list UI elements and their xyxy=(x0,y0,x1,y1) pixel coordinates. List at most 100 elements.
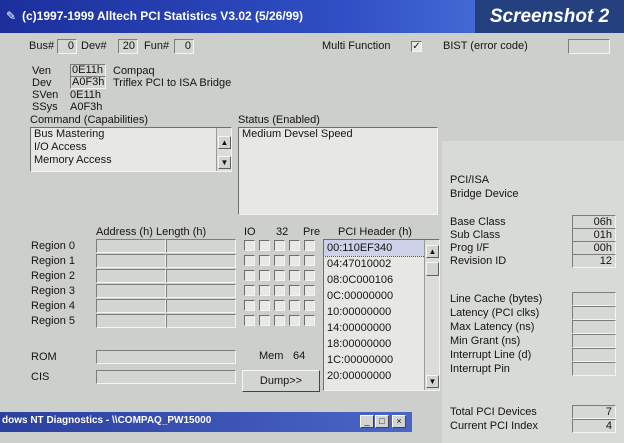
scroll-down-icon[interactable]: ▼ xyxy=(426,375,439,388)
command-item[interactable]: Memory Access xyxy=(31,154,231,167)
region-address-field[interactable] xyxy=(96,269,166,283)
current-index-label: Current PCI Index xyxy=(450,420,539,432)
region-length-field[interactable] xyxy=(166,254,236,268)
region-length-field[interactable] xyxy=(166,284,236,298)
cis-field[interactable] xyxy=(96,370,236,384)
ven-description: Compaq xyxy=(113,65,155,77)
pci-header-row[interactable]: 0C:00000000 xyxy=(324,288,439,304)
region-address-field[interactable] xyxy=(96,239,166,253)
rom-field[interactable] xyxy=(96,350,236,364)
region-address-field[interactable] xyxy=(96,254,166,268)
dump-button[interactable]: Dump>> xyxy=(242,370,320,392)
region-label: Region 5 xyxy=(31,315,76,327)
line-cache-field xyxy=(572,292,616,306)
pci-header-row[interactable]: 00:110EF340 xyxy=(324,240,439,257)
window-title: (c)1997-1999 Alltech PCI Statistics V3.0… xyxy=(22,9,304,23)
rom-label: ROM xyxy=(31,351,57,363)
command-item[interactable]: Bus Mastering xyxy=(31,128,231,141)
region-32bit-checkbox[interactable] xyxy=(274,255,285,266)
pci-header-row[interactable]: 04:47010002 xyxy=(324,256,439,272)
pci-header-listbox[interactable]: 00:110EF340 04:47010002 08:0C000106 0C:0000… xyxy=(323,239,440,391)
region-32bit-checkbox[interactable] xyxy=(274,240,285,251)
pci-header-row[interactable]: 10:00000000 xyxy=(324,304,439,320)
region-32bit-checkbox[interactable] xyxy=(274,270,285,281)
region-prefetch-checkbox[interactable] xyxy=(304,270,315,281)
max-latency-field xyxy=(572,320,616,334)
region-io-checkbox[interactable] xyxy=(244,270,255,281)
region-io-checkbox[interactable] xyxy=(259,315,270,326)
region-io-checkbox[interactable] xyxy=(259,255,270,266)
region-address-field[interactable] xyxy=(96,314,166,328)
command-scrollbar[interactable]: ▲ ▼ xyxy=(216,128,231,171)
region-io-checkbox[interactable] xyxy=(259,300,270,311)
region-io-checkbox[interactable] xyxy=(259,240,270,251)
dev-number-field[interactable]: 20 xyxy=(118,39,138,54)
region-address-field[interactable] xyxy=(96,299,166,313)
region-32bit-checkbox[interactable] xyxy=(289,285,300,296)
device-type-line2: Bridge Device xyxy=(450,188,519,200)
total-devices-field: 7 xyxy=(572,405,616,419)
pci-header-row[interactable]: 20:00000000 xyxy=(324,368,439,384)
region-io-checkbox[interactable] xyxy=(244,300,255,311)
minimize-icon[interactable]: _ xyxy=(360,415,374,428)
region-io-checkbox[interactable] xyxy=(244,240,255,251)
min-grant-label: Min Grant (ns) xyxy=(450,335,521,347)
prog-if-value: 00h xyxy=(593,242,612,254)
mem-value: 64 xyxy=(293,350,306,362)
dev-description: Triflex PCI to ISA Bridge xyxy=(113,77,232,89)
status-item[interactable]: Medium Devsel Speed xyxy=(239,128,437,141)
latency-field xyxy=(572,306,616,320)
pci-header-row[interactable]: 14:00000000 xyxy=(324,320,439,336)
region-32bit-checkbox[interactable] xyxy=(289,270,300,281)
status-label: Status (Enabled) xyxy=(238,114,320,126)
region-length-field[interactable] xyxy=(166,269,236,283)
bist-field[interactable] xyxy=(568,39,610,54)
region-32bit-checkbox[interactable] xyxy=(289,240,300,251)
region-length-field[interactable] xyxy=(166,314,236,328)
region-32bit-checkbox[interactable] xyxy=(274,285,285,296)
region-label: Region 3 xyxy=(31,285,76,297)
region-length-field[interactable] xyxy=(166,239,236,253)
scroll-up-icon[interactable]: ▲ xyxy=(218,136,231,149)
region-prefetch-checkbox[interactable] xyxy=(304,285,315,296)
region-32bit-checkbox[interactable] xyxy=(274,300,285,311)
command-item[interactable]: I/O Access xyxy=(31,141,231,154)
pci-header-row[interactable]: 1C:00000000 xyxy=(324,352,439,368)
region-io-checkbox[interactable] xyxy=(244,315,255,326)
pci-header-row[interactable]: 18:00000000 xyxy=(324,336,439,352)
region-prefetch-checkbox[interactable] xyxy=(304,300,315,311)
fun-field[interactable]: 0 xyxy=(174,39,194,54)
region-32bit-checkbox[interactable] xyxy=(289,255,300,266)
scroll-up-icon[interactable]: ▲ xyxy=(426,245,439,258)
region-32bit-checkbox[interactable] xyxy=(274,315,285,326)
region-io-checkbox[interactable] xyxy=(259,285,270,296)
region-32bit-checkbox[interactable] xyxy=(289,315,300,326)
ven-value: 0E11h xyxy=(72,64,103,76)
scroll-thumb[interactable] xyxy=(426,262,439,276)
region-address-field[interactable] xyxy=(96,284,166,298)
base-class-label: Base Class xyxy=(450,216,506,228)
region-prefetch-checkbox[interactable] xyxy=(304,315,315,326)
scroll-down-icon[interactable]: ▼ xyxy=(218,156,231,169)
revision-value: 12 xyxy=(599,255,612,267)
maximize-icon[interactable]: □ xyxy=(375,415,389,428)
pci-header-row[interactable]: 08:0C000106 xyxy=(324,272,439,288)
bit32-column-header: 32 xyxy=(276,226,289,238)
fun-label: Fun# xyxy=(144,40,170,52)
region-prefetch-checkbox[interactable] xyxy=(304,255,315,266)
multi-function-checkbox[interactable]: ✓ xyxy=(411,41,422,52)
region-io-checkbox[interactable] xyxy=(244,285,255,296)
pci-header-scrollbar[interactable]: ▲ ▼ xyxy=(424,240,439,390)
region-io-checkbox[interactable] xyxy=(244,255,255,266)
region-32bit-checkbox[interactable] xyxy=(289,300,300,311)
status-listbox[interactable]: Medium Devsel Speed xyxy=(238,127,438,215)
total-devices-value: 7 xyxy=(605,406,612,418)
sub-class-label: Sub Class xyxy=(450,229,501,241)
close-icon[interactable]: × xyxy=(392,415,406,428)
region-io-checkbox[interactable] xyxy=(259,270,270,281)
bus-field[interactable]: 0 xyxy=(57,39,77,54)
region-length-field[interactable] xyxy=(166,299,236,313)
nt-diagnostics-titlebar[interactable]: dows NT Diagnostics - \\COMPAQ_PW15000 _… xyxy=(0,412,412,432)
command-listbox[interactable]: Bus Mastering I/O Access Memory Access ▲… xyxy=(30,127,232,172)
region-prefetch-checkbox[interactable] xyxy=(304,240,315,251)
